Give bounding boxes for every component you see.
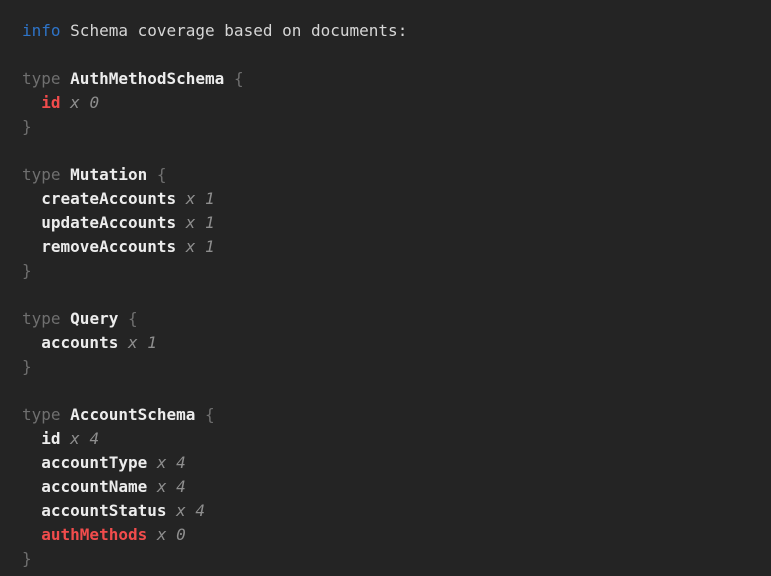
- count-value: 4: [176, 453, 186, 472]
- field-line: accountName x 4: [41, 475, 771, 499]
- type-keyword: type: [22, 405, 61, 424]
- multiply-symbol: x: [186, 213, 196, 232]
- close-brace: }: [22, 117, 32, 136]
- count-value: 4: [176, 477, 186, 496]
- field-name: id: [41, 429, 60, 448]
- type-keyword: type: [22, 165, 61, 184]
- close-brace-line: }: [22, 355, 771, 379]
- blank-line: [22, 43, 771, 67]
- type-keyword: type: [22, 309, 61, 328]
- field-line: authMethods x 0: [41, 523, 771, 547]
- type-name: Mutation: [70, 165, 147, 184]
- type-keyword: type: [22, 69, 61, 88]
- count-value: 4: [195, 501, 205, 520]
- multiply-symbol: x: [157, 477, 167, 496]
- info-message: Schema coverage based on documents:: [70, 21, 407, 40]
- multiply-symbol: x: [128, 333, 138, 352]
- close-brace: }: [22, 261, 32, 280]
- close-brace-line: }: [22, 547, 771, 571]
- field-line: removeAccounts x 1: [41, 235, 771, 259]
- type-name: AccountSchema: [70, 405, 195, 424]
- open-brace: {: [157, 165, 167, 184]
- count-value: 1: [205, 189, 215, 208]
- field-name: accountType: [41, 453, 147, 472]
- close-brace: }: [22, 357, 32, 376]
- field-count: x 1: [186, 189, 215, 208]
- type-declaration: type AuthMethodSchema {: [22, 67, 771, 91]
- field-name: createAccounts: [41, 189, 176, 208]
- type-declaration: type Mutation {: [22, 163, 771, 187]
- multiply-symbol: x: [70, 93, 80, 112]
- count-value: 1: [147, 333, 157, 352]
- field-name: updateAccounts: [41, 213, 176, 232]
- field-name: authMethods: [41, 525, 147, 544]
- multiply-symbol: x: [70, 429, 80, 448]
- blank-line: [22, 139, 771, 163]
- field-count: x 1: [128, 333, 157, 352]
- field-count: x 0: [70, 93, 99, 112]
- field-count: x 4: [157, 477, 186, 496]
- close-brace: }: [22, 549, 32, 568]
- field-count: x 1: [186, 237, 215, 256]
- multiply-symbol: x: [157, 525, 167, 544]
- field-name: accounts: [41, 333, 118, 352]
- open-brace: {: [234, 69, 244, 88]
- type-name: AuthMethodSchema: [70, 69, 224, 88]
- field-line: accounts x 1: [41, 331, 771, 355]
- field-line: updateAccounts x 1: [41, 211, 771, 235]
- field-line: id x 4: [41, 427, 771, 451]
- field-line: createAccounts x 1: [41, 187, 771, 211]
- terminal-output: info Schema coverage based on documents:…: [0, 0, 771, 571]
- field-count: x 4: [70, 429, 99, 448]
- field-count: x 1: [186, 213, 215, 232]
- info-label: info: [22, 21, 61, 40]
- field-count: x 4: [157, 453, 186, 472]
- count-value: 0: [89, 93, 99, 112]
- type-name: Query: [70, 309, 118, 328]
- multiply-symbol: x: [186, 237, 196, 256]
- count-value: 4: [89, 429, 99, 448]
- info-line: info Schema coverage based on documents:: [22, 19, 771, 43]
- field-count: x 0: [157, 525, 186, 544]
- close-brace-line: }: [22, 259, 771, 283]
- field-count: x 4: [176, 501, 205, 520]
- open-brace: {: [128, 309, 138, 328]
- multiply-symbol: x: [186, 189, 196, 208]
- field-line: accountStatus x 4: [41, 499, 771, 523]
- blank-line: [22, 379, 771, 403]
- open-brace: {: [205, 405, 215, 424]
- field-line: id x 0: [41, 91, 771, 115]
- count-value: 1: [205, 213, 215, 232]
- field-name: accountStatus: [41, 501, 166, 520]
- field-name: id: [41, 93, 60, 112]
- close-brace-line: }: [22, 115, 771, 139]
- field-name: removeAccounts: [41, 237, 176, 256]
- count-value: 1: [205, 237, 215, 256]
- count-value: 0: [176, 525, 186, 544]
- type-declaration: type AccountSchema {: [22, 403, 771, 427]
- multiply-symbol: x: [176, 501, 186, 520]
- blank-line: [22, 283, 771, 307]
- type-declaration: type Query {: [22, 307, 771, 331]
- field-name: accountName: [41, 477, 147, 496]
- field-line: accountType x 4: [41, 451, 771, 475]
- multiply-symbol: x: [157, 453, 167, 472]
